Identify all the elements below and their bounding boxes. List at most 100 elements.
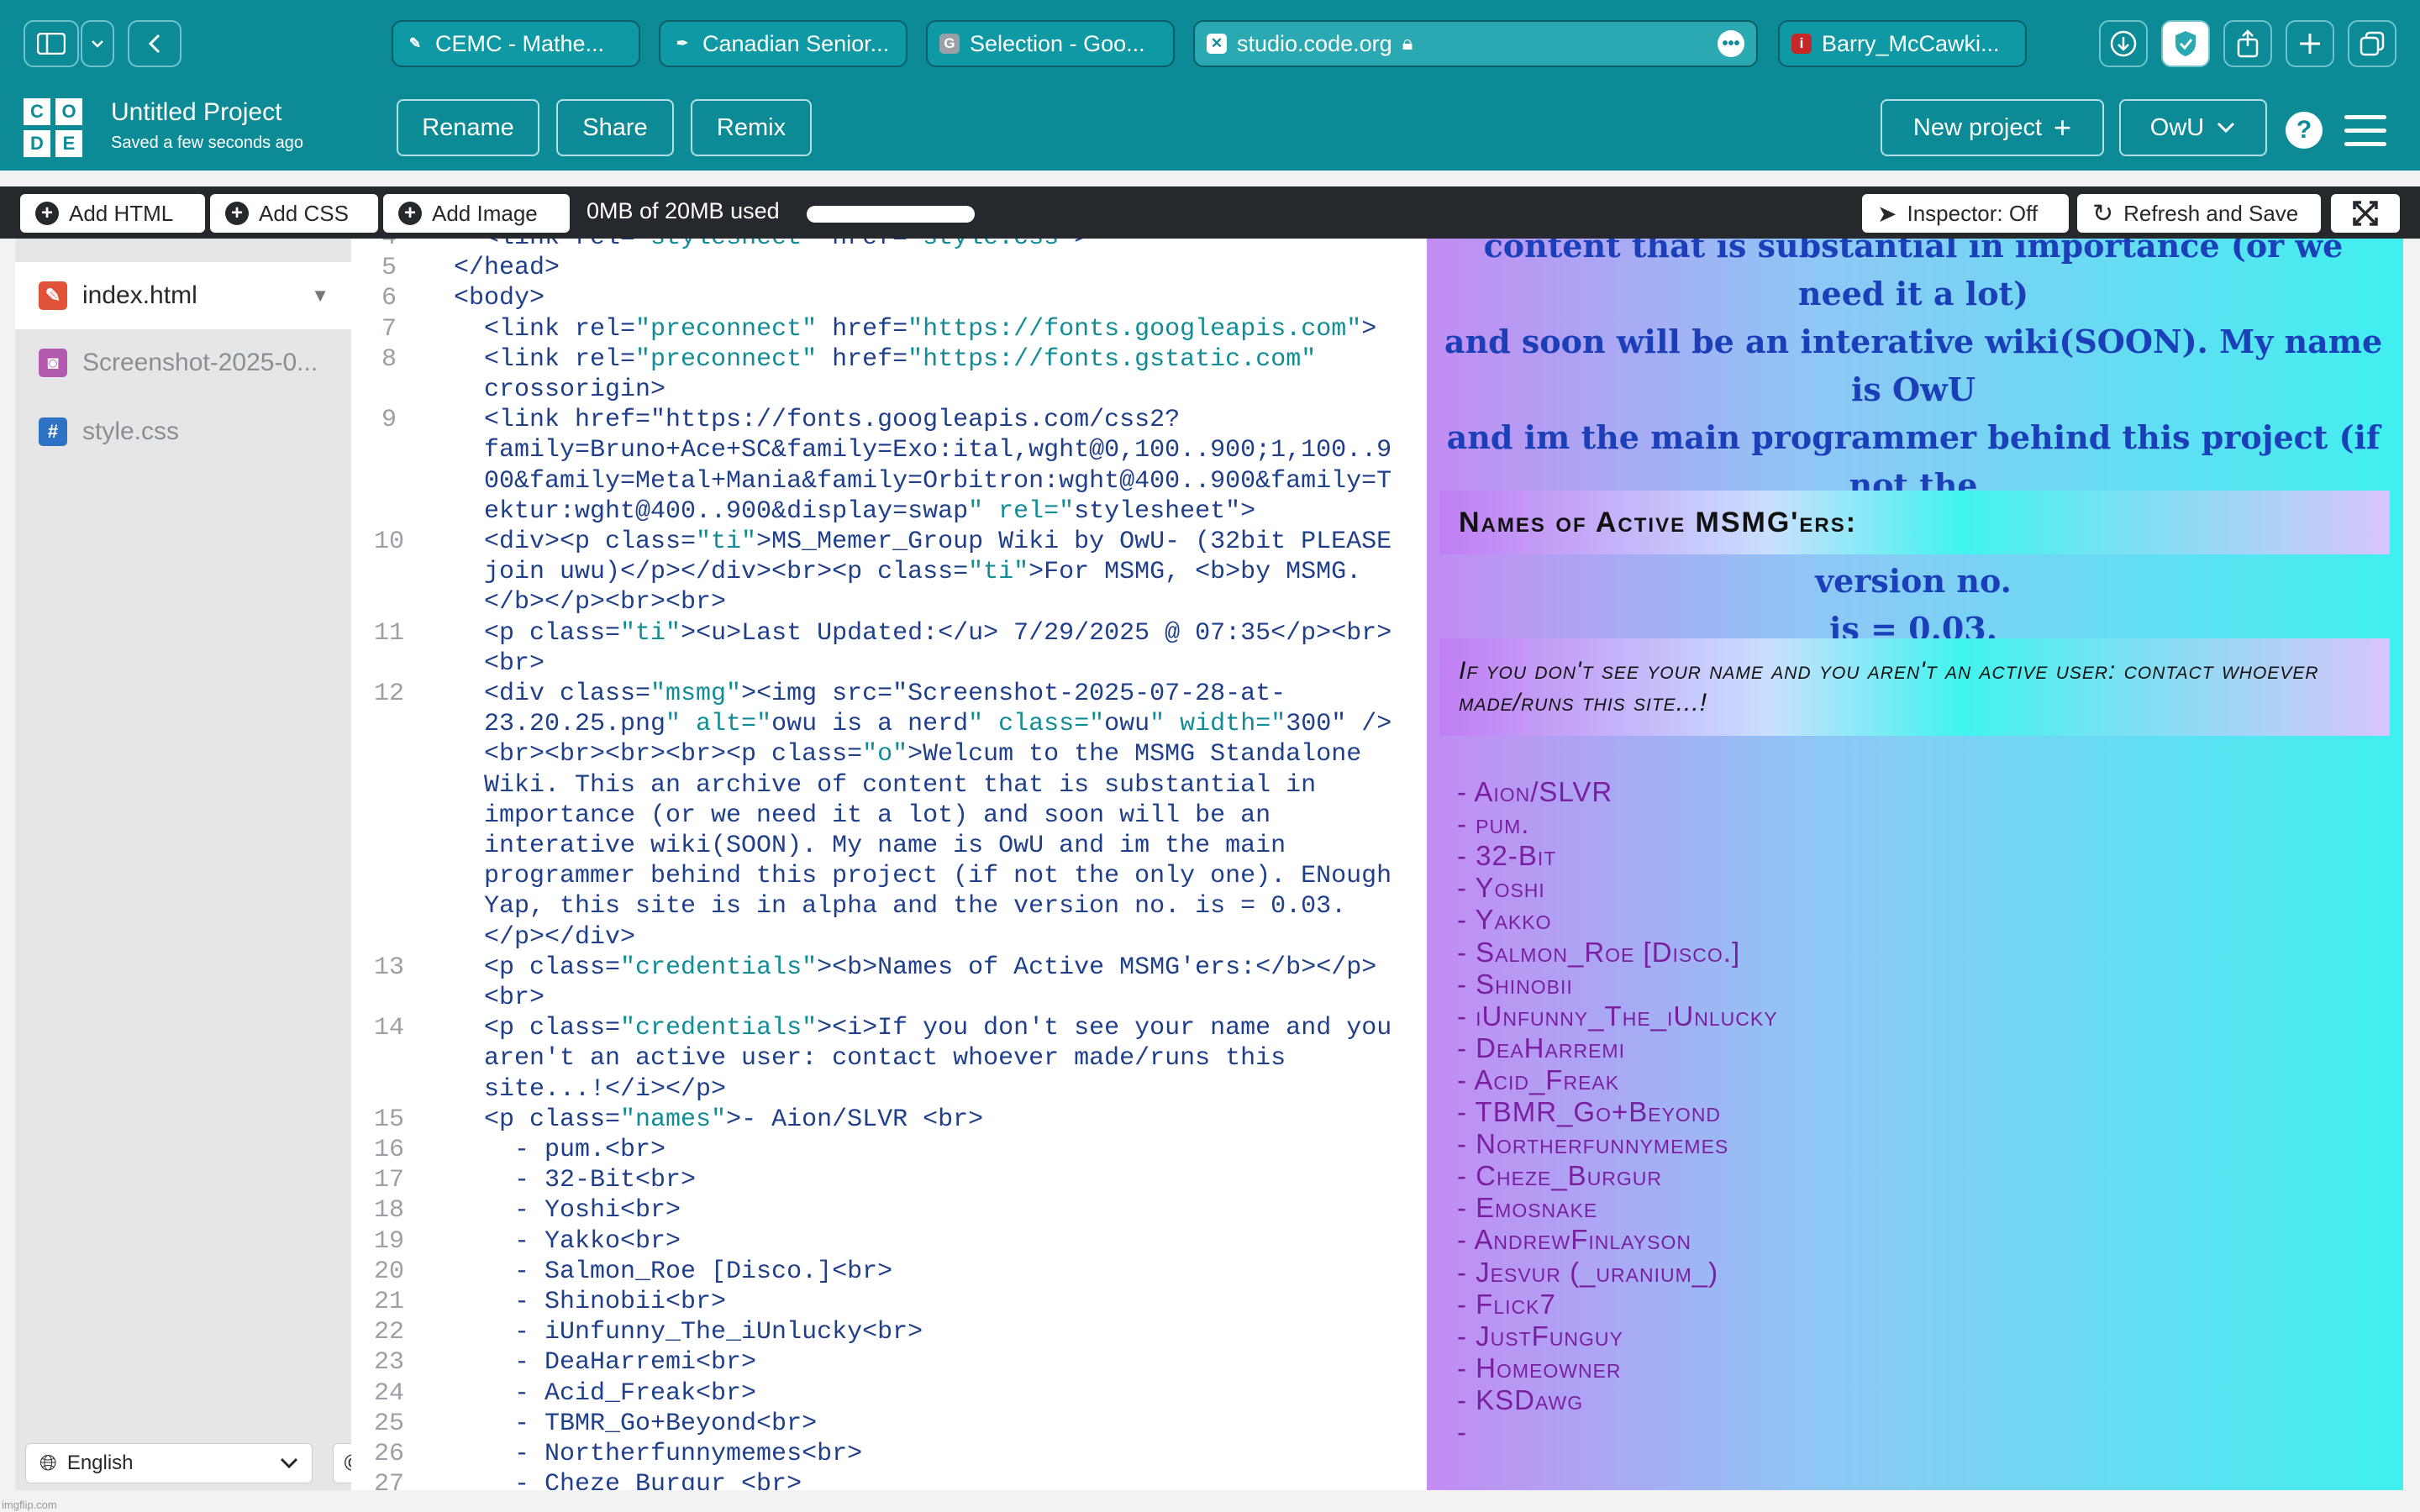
code-org-logo[interactable]: C O D E	[24, 98, 87, 162]
member-name: - Emosnake	[1457, 1192, 1598, 1224]
notice-banner: If you don't see your name and you aren'…	[1440, 638, 2390, 736]
hamburger-menu-icon[interactable]	[2344, 112, 2386, 149]
file-item-style-css[interactable]: # style.css	[15, 398, 351, 465]
code-line[interactable]: - Shinobii<br>	[454, 1288, 726, 1316]
code-line[interactable]: join uwu)</p></div><br><p class="ti">For…	[454, 558, 1361, 586]
line-number: 7	[381, 314, 397, 344]
shield-icon[interactable]	[2161, 20, 2210, 67]
member-name: - Flick7	[1457, 1288, 1556, 1320]
remix-button[interactable]: Remix	[691, 99, 812, 156]
code-line[interactable]: importance (or we need it a lot) and soo…	[454, 801, 1270, 830]
tab-overview-icon[interactable]	[2348, 20, 2396, 67]
share-icon[interactable]	[2223, 20, 2272, 67]
plus-icon: +	[2054, 110, 2072, 144]
sidebar-toggle-icon[interactable]	[24, 20, 79, 67]
code-line[interactable]: <link rel="preconnect" href="https://fon…	[454, 345, 1316, 374]
code-line[interactable]: <link rel="preconnect" href="https://fon…	[454, 315, 1376, 344]
code-line[interactable]: <p class="ti"><u>Last Updated:</u> 7/29/…	[454, 619, 1392, 648]
code-line[interactable]: Yap, this site is in alpha and the versi…	[454, 892, 1346, 921]
fullscreen-icon[interactable]	[2331, 194, 2400, 233]
code-line[interactable]: - Salmon_Roe [Disco.]<br>	[454, 1257, 892, 1286]
code-line[interactable]: <br>	[454, 984, 544, 1012]
new-tab-icon[interactable]	[2286, 20, 2334, 67]
code-line[interactable]: </p></div>	[454, 923, 635, 952]
chevron-down-icon[interactable]	[81, 20, 114, 67]
browser-tab-active[interactable]: ✕ studio.code.org 🔒︎ •••	[1193, 20, 1758, 67]
browser-tab[interactable]: i Barry_McCawki...	[1778, 20, 2027, 67]
browser-tab[interactable]: ✎ CEMC - Mathe...	[392, 20, 640, 67]
storage-bar-track	[807, 206, 975, 223]
file-item-index-html[interactable]: ✎ index.html ▼	[15, 262, 351, 329]
file-item-screenshot[interactable]: ◙ Screenshot-2025-0...	[15, 329, 351, 396]
code-line[interactable]: ektur:wght@400..900&display=swap" rel="s…	[454, 497, 1255, 526]
rename-button[interactable]: Rename	[397, 99, 539, 156]
browser-tab[interactable]: G Selection - Goo...	[926, 20, 1175, 67]
code-line[interactable]: - DeaHarremi<br>	[454, 1348, 756, 1377]
code-line[interactable]: - Acid_Freak<br>	[454, 1379, 756, 1408]
member-name: - pum.	[1457, 808, 1530, 840]
code-line[interactable]: - Northerfunnymemes<br>	[454, 1440, 862, 1468]
share-button[interactable]: Share	[556, 99, 674, 156]
code-line[interactable]: <div><p class="ti">MS_Memer_Group Wiki b…	[454, 528, 1392, 556]
code-line[interactable]: aren't an active user: contact whoever m…	[454, 1044, 1286, 1073]
code-line[interactable]: - pum.<br>	[454, 1136, 666, 1164]
code-line[interactable]: <br>	[454, 649, 544, 678]
code-line[interactable]: family=Bruno+Ace+SC&family=Exo:ital,wght…	[454, 436, 1392, 465]
code-line[interactable]: <body>	[454, 284, 544, 312]
language-label: English	[66, 1452, 134, 1474]
cursor-icon: ➤	[1877, 200, 1897, 227]
code-line[interactable]: <p class="credentials"><b>Names of Activ…	[454, 953, 1376, 982]
line-number: 8	[381, 344, 397, 374]
add-css-button[interactable]: + Add CSS	[210, 194, 378, 233]
code-line[interactable]: <div class="msmg"><img src="Screenshot-2…	[454, 680, 1286, 708]
code-line[interactable]: interative wiki(SOON). My name is OwU an…	[454, 832, 1286, 860]
user-menu-button[interactable]: OwU	[2119, 99, 2267, 156]
back-icon[interactable]	[128, 20, 182, 67]
code-line[interactable]: - Yoshi<br>	[454, 1196, 681, 1225]
member-name: - Salmon_Roe [Disco.]	[1457, 936, 1741, 968]
caret-down-icon[interactable]: ▼	[311, 285, 329, 307]
add-html-button[interactable]: + Add HTML	[20, 194, 205, 233]
code-line[interactable]: - TBMR_Go+Beyond<br>	[454, 1410, 817, 1438]
code-line[interactable]: crossorigin>	[454, 375, 666, 404]
live-preview[interactable]: content that is substantial in importanc…	[1427, 239, 2403, 1490]
new-project-button[interactable]: New project +	[1881, 99, 2104, 156]
help-icon[interactable]: ?	[2286, 112, 2323, 149]
code-line[interactable]: Wiki. This an archive of content that is…	[454, 771, 1316, 800]
intro-line: content that is substantial in importanc…	[1483, 239, 2344, 312]
code-editor[interactable]: 4 5678 9 10 11 12 13 14 151617181920212223242526…	[351, 239, 1427, 1490]
project-title: Untitled Project	[111, 98, 282, 126]
language-select[interactable]: 🌐︎ English	[25, 1443, 313, 1483]
code-line[interactable]: </head>	[454, 254, 560, 282]
member-name: - Acid_Freak	[1457, 1063, 1620, 1095]
logo-letter: E	[55, 130, 82, 157]
member-name: - TBMR_Go+Beyond	[1457, 1096, 1722, 1127]
download-icon[interactable]	[2099, 20, 2148, 67]
more-icon[interactable]: •••	[1718, 30, 1744, 57]
line-number: 26	[373, 1440, 404, 1468]
code-line[interactable]: <br><br><br><br><p class="o">Welcum to t…	[454, 740, 1361, 769]
code-line[interactable]: <link href="https://fonts.googleapis.com…	[454, 406, 1180, 434]
inspector-toggle-button[interactable]: ➤ Inspector: Off	[1862, 194, 2069, 233]
logo-letter: O	[55, 98, 82, 125]
code-line[interactable]: - Cheze_Burgur <br>	[454, 1470, 802, 1490]
code-line[interactable]: site...!</i></p>	[454, 1075, 726, 1104]
globe-icon: 🌐︎	[39, 1450, 57, 1475]
add-image-button[interactable]: + Add Image	[383, 194, 570, 233]
add-css-label: Add CSS	[259, 200, 349, 226]
code-line[interactable]: <p class="names">- Aion/SLVR <br>	[454, 1105, 983, 1134]
code-line[interactable]: <link rel="stylesheet" href="style.css">	[454, 239, 1089, 252]
member-name: - Shinobii	[1457, 968, 1573, 1000]
code-line[interactable]: - Yakko<br>	[454, 1227, 681, 1256]
code-line[interactable]: - 32-Bit<br>	[454, 1166, 696, 1194]
browser-tab[interactable]: ✒ Canadian Senior...	[659, 20, 908, 67]
code-line[interactable]: 00&family=Metal+Mania&family=Orbitron:wg…	[454, 467, 1392, 496]
member-name: - Cheze_Burgur	[1457, 1160, 1663, 1192]
code-line[interactable]: - iUnfunny_The_iUnlucky<br>	[454, 1318, 923, 1347]
lock-icon: 🔒︎	[1402, 32, 1413, 55]
code-line[interactable]: 23.20.25.png" alt="owu is a nerd" class=…	[454, 710, 1392, 738]
code-line[interactable]: </b></p><br><br>	[454, 588, 726, 617]
code-line[interactable]: <p class="credentials"><i>If you don't s…	[454, 1014, 1392, 1042]
code-line[interactable]: programmer behind this project (if not t…	[454, 862, 1392, 890]
refresh-and-save-button[interactable]: ↻ Refresh and Save	[2077, 194, 2321, 233]
